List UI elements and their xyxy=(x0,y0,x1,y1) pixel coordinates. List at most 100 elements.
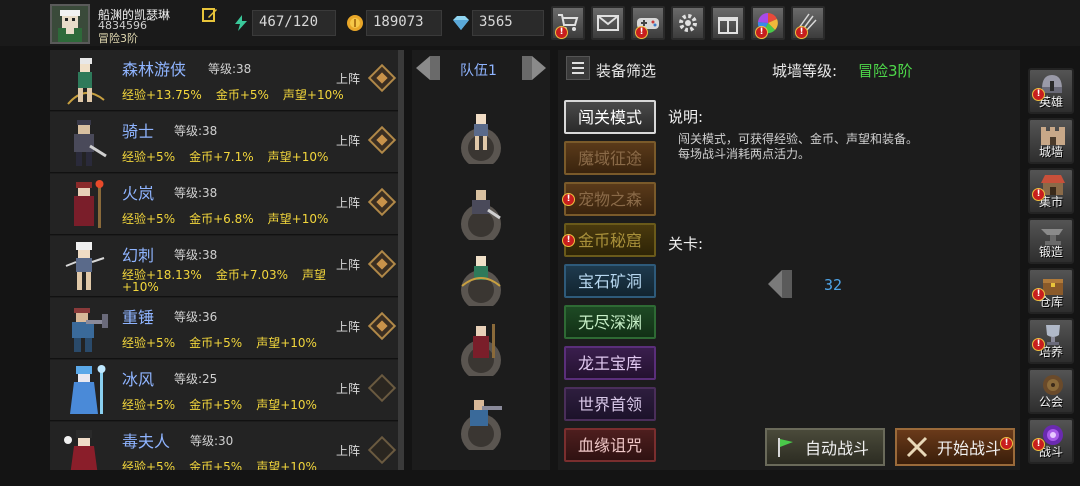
deploy-button[interactable]: 上阵 xyxy=(336,318,360,335)
sidebar-wall[interactable]: 城墙 xyxy=(1028,118,1074,164)
filter-menu-icon[interactable] xyxy=(566,56,590,80)
hero-bonus: 经验+5% 金币+5% 声望+10% xyxy=(122,334,331,351)
deploy-button[interactable]: 上阵 xyxy=(336,194,360,211)
mode-button-pet-forest[interactable]: 宠物之森 xyxy=(564,182,656,216)
sidebar-hero[interactable]: 英雄 ! xyxy=(1028,68,1074,114)
hero-row[interactable]: 火岚 等级:38 经验+5% 金币+6.8% 声望+10% 上阵 xyxy=(50,174,404,235)
mail-button[interactable] xyxy=(591,6,625,40)
deploy-button[interactable]: 上阵 xyxy=(336,256,360,273)
hero-row[interactable]: 冰风 等级:25 经验+5% 金币+5% 声望+10% 上阵 xyxy=(50,360,404,421)
hero-bonus: 经验+13.75% 金币+5% 声望+10% xyxy=(122,86,358,103)
deploy-toggle[interactable] xyxy=(367,125,397,155)
description-line: 闯关模式，可获得经验、金币、声望和装备。 xyxy=(678,132,919,146)
start-battle-alert-icon: ! xyxy=(1000,437,1013,450)
player-avatar[interactable] xyxy=(50,4,90,44)
start-battle-button[interactable]: 开始战斗 xyxy=(895,428,1015,466)
mode-button-endless-abyss[interactable]: 无尽深渊 xyxy=(564,305,656,339)
hero-row[interactable]: 重锤 等级:36 经验+5% 金币+5% 声望+10% 上阵 xyxy=(50,298,404,359)
hero-row[interactable]: 骑士 等级:38 经验+5% 金币+7.1% 声望+10% 上阵 xyxy=(50,112,404,173)
deploy-toggle[interactable] xyxy=(367,435,397,465)
team-slot[interactable] xyxy=(454,110,508,168)
hero-gold-bonus: 金币+5% xyxy=(215,88,269,102)
hero-level: 等级:36 xyxy=(174,310,218,324)
deploy-button[interactable]: 上阵 xyxy=(336,70,360,87)
team-slot[interactable] xyxy=(454,252,508,310)
hero-row[interactable]: 毒夫人 等级:30 经验+5% 金币+5% 声望+10% 上阵 xyxy=(50,422,404,470)
deploy-button[interactable]: 上阵 xyxy=(336,442,360,459)
hero-gold-bonus: 金币+5% xyxy=(189,398,243,412)
shop-button[interactable]: ! xyxy=(551,6,585,40)
hero-name: 骑士 xyxy=(122,122,155,141)
hero-exp-bonus: 经验+5% xyxy=(122,212,176,226)
team-title: 队伍1 xyxy=(460,63,497,79)
gold-value: 189073 xyxy=(366,10,442,36)
crossed-swords-icon xyxy=(906,436,928,458)
mode-button-demon-realm[interactable]: 魔域征途 xyxy=(564,141,656,175)
hammer-sprite-icon xyxy=(72,308,108,352)
hero-exp-bonus: 经验+5% xyxy=(122,336,176,350)
deploy-toggle[interactable] xyxy=(367,63,397,93)
market-alert-icon: ! xyxy=(1032,188,1045,201)
mode-button-gem-mine[interactable]: 宝石矿洞 xyxy=(564,264,656,298)
mode-button-stage[interactable]: 闯关模式 xyxy=(564,100,656,134)
sidebar-forge[interactable]: 锻造 xyxy=(1028,218,1074,264)
hero-gold-bonus: 金币+5% xyxy=(189,336,243,350)
mode-button-dragon-vault[interactable]: 龙王宝库 xyxy=(564,346,656,380)
deploy-button[interactable]: 上阵 xyxy=(336,380,360,397)
energy-icon xyxy=(235,15,247,31)
deploy-toggle[interactable] xyxy=(367,249,397,279)
team-slot[interactable] xyxy=(454,186,508,244)
team-slot[interactable] xyxy=(454,322,508,380)
team-next-arrow-icon[interactable] xyxy=(520,54,548,82)
stage-number: 32 xyxy=(824,276,843,294)
sidebar-training[interactable]: 培养 ! xyxy=(1028,318,1074,364)
team-slot[interactable] xyxy=(454,396,508,454)
hero-name: 森林游侠 xyxy=(122,60,187,79)
hero-fame-bonus: 声望 xyxy=(302,268,327,282)
fireworks-button[interactable]: ! xyxy=(791,6,825,40)
team-prev-arrow-icon[interactable] xyxy=(414,54,442,82)
hero-level: 等级:30 xyxy=(190,434,234,448)
deploy-button[interactable]: 上阵 xyxy=(336,132,360,149)
deploy-toggle[interactable] xyxy=(367,373,397,403)
auto-battle-label: 自动战斗 xyxy=(805,439,870,458)
diamond-value: 3565 xyxy=(472,10,544,36)
ranger-slot-icon xyxy=(461,256,501,310)
mode-button-world-boss[interactable]: 世界首领 xyxy=(564,387,656,421)
mode-button-blood-curse[interactable]: 血缘诅咒 xyxy=(564,428,656,462)
hero-row[interactable]: 幻刺 等级:38 经验+18.13% 金币+7.03% 声望 +10% 上阵 xyxy=(50,236,404,297)
edit-name-icon[interactable] xyxy=(202,7,218,23)
fire-mage-sprite-icon xyxy=(74,180,104,228)
pet-forest-alert-icon: ! xyxy=(562,193,575,206)
hero-row[interactable]: 森林游侠 等级:38 经验+13.75% 金币+5% 声望+10% 上阵 xyxy=(50,50,404,111)
sidebar-warehouse[interactable]: 仓库 ! xyxy=(1028,268,1074,314)
assassin-slot-icon xyxy=(461,114,501,168)
sidebar-label: 锻造 xyxy=(1038,245,1063,259)
stage-prev-arrow-icon[interactable] xyxy=(766,268,794,300)
sidebar-battle[interactable]: 战斗 ! xyxy=(1028,418,1074,464)
lottery-button[interactable]: ! xyxy=(751,6,785,40)
sidebar-market[interactable]: 集市 ! xyxy=(1028,168,1074,214)
settings-gear-icon xyxy=(679,14,697,32)
mode-button-gold-cave[interactable]: 金币秘窟 xyxy=(564,223,656,257)
hero-list-scrollbar[interactable] xyxy=(398,50,404,470)
hero-bonus: 经验+5% 金币+5% 声望+10% xyxy=(122,458,331,470)
hero-fame-bonus: 声望+10% xyxy=(267,212,329,226)
hero-bonus: 经验+5% 金币+5% 声望+10% xyxy=(122,396,331,413)
events-button[interactable]: ! xyxy=(631,6,665,40)
diamond-icon xyxy=(453,16,469,30)
hero-bonus: 经验+5% 金币+7.1% 声望+10% xyxy=(122,148,342,165)
fire-mage-slot-icon xyxy=(461,324,501,380)
hero-list[interactable]: 森林游侠 等级:38 经验+13.75% 金币+5% 声望+10% 上阵 骑士 等级… xyxy=(50,50,404,470)
lottery-alert-icon: ! xyxy=(755,26,768,39)
equipment-filter-label[interactable]: 装备筛选 xyxy=(596,60,656,81)
deploy-toggle[interactable] xyxy=(367,187,397,217)
hero-exp-bonus: 经验+5% xyxy=(122,398,176,412)
auto-battle-button[interactable]: 自动战斗 xyxy=(765,428,885,466)
settings-button[interactable] xyxy=(671,6,705,40)
sidebar-guild[interactable]: 公会 xyxy=(1028,368,1074,414)
gift-button[interactable] xyxy=(711,6,745,40)
hero-alert-icon: ! xyxy=(1032,88,1045,101)
deploy-toggle[interactable] xyxy=(367,311,397,341)
hero-level: 等级:38 xyxy=(174,186,218,200)
